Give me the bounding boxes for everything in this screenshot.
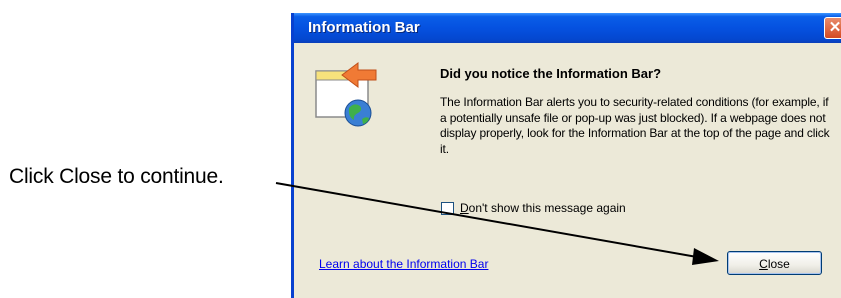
dont-show-again-checkbox[interactable] — [441, 202, 454, 215]
annotation-text: Click Close to continue. — [9, 165, 224, 188]
dont-show-again-label[interactable]: Don't show this message again — [460, 201, 626, 215]
dialog-body-text: The Information Bar alerts you to securi… — [440, 95, 830, 156]
dialog-title: Information Bar — [308, 19, 420, 36]
titlebar-close-icon[interactable]: ✕ — [824, 17, 841, 39]
learn-about-information-bar-link[interactable]: Learn about the Information Bar — [319, 257, 488, 271]
close-button[interactable]: Close — [727, 251, 822, 275]
dialog-heading: Did you notice the Information Bar? — [440, 66, 662, 81]
information-bar-dialog: Information Bar ✕ Did you notice the Inf… — [291, 13, 841, 298]
information-bar-icon — [315, 62, 377, 127]
dialog-titlebar[interactable]: Information Bar ✕ — [294, 13, 841, 43]
